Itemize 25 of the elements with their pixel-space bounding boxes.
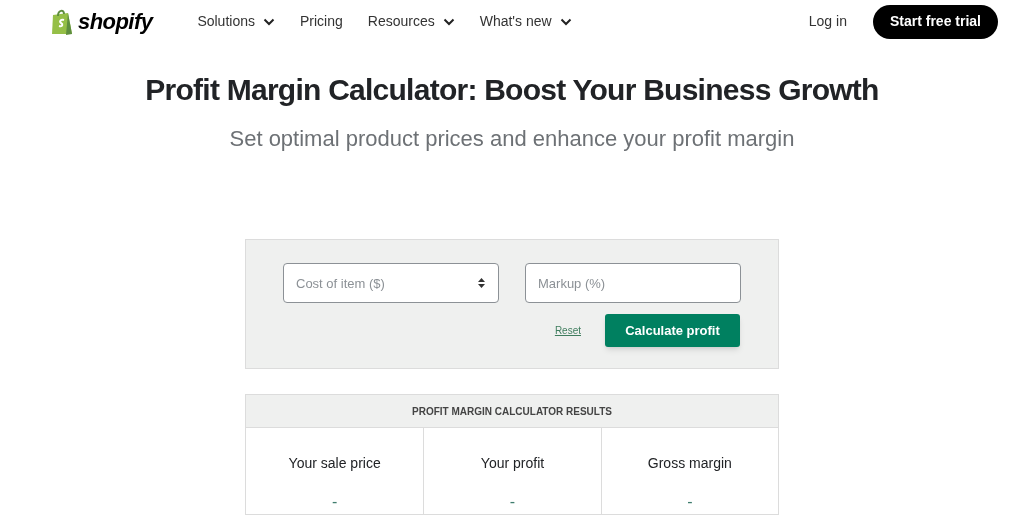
reset-link[interactable]: Reset (554, 323, 581, 339)
login-link[interactable]: Log in (808, 11, 847, 33)
markup-input-field[interactable]: Markup (%) (525, 263, 741, 304)
page-title: Profit Margin Calculator: Boost Your Business Growth (144, 72, 880, 109)
results-heading: PROFIT MARGIN CALCULATOR RESULTS (246, 395, 778, 428)
result-label: Your profit (480, 454, 545, 473)
shopping-bag-logo-icon[interactable] (50, 7, 74, 36)
nav-link[interactable]: Solutions (197, 11, 275, 33)
nav-link[interactable]: What's new (479, 11, 572, 33)
result-label: Your sale price (288, 454, 381, 473)
logo-wordmark[interactable]: shopify (78, 5, 153, 39)
chevron-down-icon (262, 17, 275, 26)
result-value: - (509, 492, 516, 512)
spinner-arrows-icon[interactable] (477, 276, 486, 291)
cost-input-field[interactable]: Cost of item ($) (283, 263, 499, 304)
chevron-down-icon (442, 17, 455, 26)
result-value: - (332, 492, 338, 512)
nav-link[interactable]: Resources (367, 11, 455, 33)
calculate-profit-button[interactable]: Calculate profit (605, 314, 740, 348)
start-trial-button[interactable]: Start free trial (872, 4, 998, 39)
page-subtitle: Set optimal product prices and enhance your profit margin (228, 125, 796, 154)
result-value: - (687, 492, 693, 512)
result-label: Gross margin (647, 454, 732, 473)
nav-link[interactable]: Pricing (299, 11, 343, 33)
chevron-down-icon (559, 17, 572, 26)
